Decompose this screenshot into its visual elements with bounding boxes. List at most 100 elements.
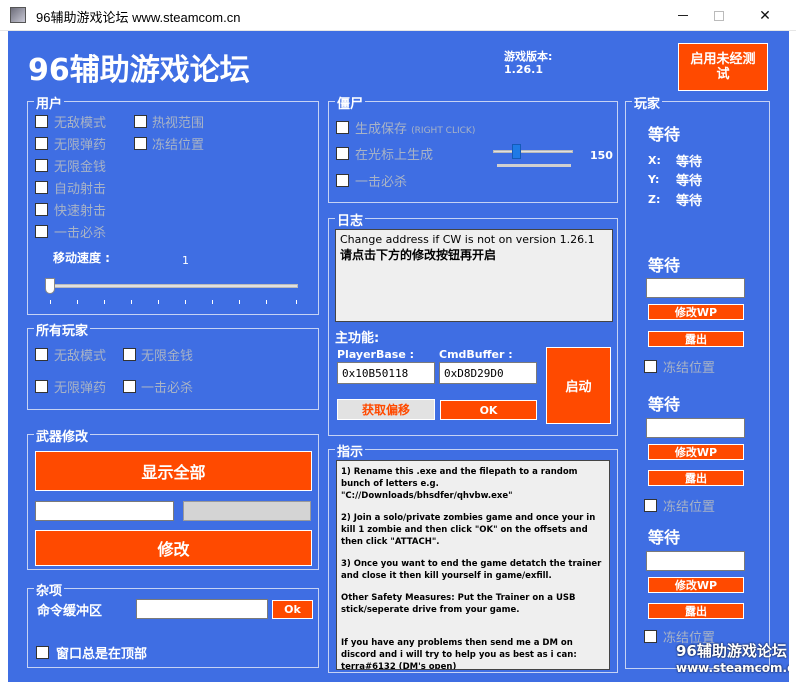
all-players-group-title: 所有玩家 — [34, 320, 91, 339]
spawn-save-label: 生成保存 (RIGHT CLICK) — [355, 122, 476, 137]
slider-ticks — [50, 300, 300, 304]
playerbase-input[interactable]: 0x10B50118 — [337, 362, 435, 384]
user-group: 用户 无敌模式 无限弹药 无限金钱 自动射击 快速射击 一击必杀 热视范围 冻结… — [27, 93, 319, 315]
move-speed-slider[interactable] — [45, 278, 298, 294]
spawn-slider-track — [493, 150, 573, 153]
always-on-top-checkbox[interactable] — [36, 646, 49, 659]
cmdbuffer-label: CmdBuffer : — [439, 348, 513, 361]
infinite-ammo-checkbox[interactable] — [35, 137, 48, 150]
spawn-slider[interactable] — [493, 144, 573, 160]
player-2-freeze-label: 冻结位置 — [663, 500, 716, 515]
player-3-modify-wp-button[interactable]: 修改WP — [648, 577, 744, 593]
all-infinite-ammo-label: 无限弹药 — [54, 381, 107, 396]
close-button[interactable]: ✕ — [742, 0, 788, 31]
freeze-position-label: 冻结位置 — [152, 138, 205, 153]
player-status: 等待 — [648, 125, 681, 144]
cmd-ok-button[interactable]: Ok — [272, 600, 313, 619]
misc-group: 杂项 命令缓冲区 Ok 窗口总是在顶部 — [27, 580, 319, 668]
app-client-area: 96辅助游戏论坛 游戏版本: 1.26.1 启用未经测试 用户 无敌模式 无限弹… — [8, 31, 789, 682]
zombie-one-hit-kill-label: 一击必杀 — [355, 175, 408, 190]
main-function-label: 主功能: — [335, 331, 380, 346]
instructions-group: 指示 1) Rename this .exe and the filepath … — [328, 441, 618, 673]
minimize-icon — [678, 15, 688, 16]
game-version-label: 游戏版本: — [504, 50, 553, 63]
player-1-modify-wp-button[interactable]: 修改WP — [648, 304, 744, 320]
weapon-input-2[interactable] — [183, 501, 311, 521]
player-1-expose-button[interactable]: 露出 — [648, 331, 744, 347]
player-2-freeze-checkbox[interactable] — [644, 499, 657, 512]
log-group: 日志 Change address if CW is not on versio… — [328, 210, 618, 436]
player-2-name: 等待 — [648, 395, 681, 414]
auto-fire-checkbox[interactable] — [35, 181, 48, 194]
thermal-view-checkbox[interactable] — [134, 115, 147, 128]
players-group-title: 玩家 — [632, 93, 663, 112]
instruction-p1: 1) Rename this .exe and the filepath to … — [341, 467, 578, 501]
show-all-button[interactable]: 显示全部 — [35, 451, 312, 491]
god-mode-checkbox[interactable] — [35, 115, 48, 128]
freeze-position-checkbox[interactable] — [134, 137, 147, 150]
move-speed-value: 1 — [182, 254, 189, 267]
one-hit-kill-checkbox[interactable] — [35, 225, 48, 238]
zombie-one-hit-kill-checkbox[interactable] — [336, 174, 349, 187]
log-text-area[interactable]: Change address if CW is not on version 1… — [335, 229, 613, 322]
maximize-icon — [714, 10, 724, 21]
players-group: 玩家 等待 X: 等待 Y: 等待 Z: 等待 等待 修改WP 露出 冻结位置 … — [625, 93, 770, 669]
instructions-group-title: 指示 — [335, 441, 366, 460]
player-2-modify-wp-button[interactable]: 修改WP — [648, 444, 744, 460]
all-god-mode-checkbox[interactable] — [35, 348, 48, 361]
app-icon — [10, 7, 26, 23]
player-2-expose-button[interactable]: 露出 — [648, 470, 744, 486]
player-3-input[interactable] — [646, 551, 745, 571]
get-offset-button[interactable]: 获取偏移 — [337, 399, 435, 420]
spawn-slider-ticks — [497, 164, 571, 167]
instruction-p2: 2) Join a solo/private zombies game and … — [341, 513, 596, 547]
player-1-input[interactable] — [646, 278, 745, 298]
log-line-2: 请点击下方的修改按钮再开启 — [340, 248, 497, 262]
coord-y-label: Y: — [648, 173, 660, 186]
cmdbuffer-input[interactable]: 0xD8D29D0 — [439, 362, 537, 384]
auto-fire-label: 自动射击 — [54, 182, 107, 197]
cmd-buffer-input[interactable] — [136, 599, 268, 619]
offset-ok-button[interactable]: OK — [440, 400, 537, 420]
coord-z-value: 等待 — [676, 194, 703, 209]
spawn-save-checkbox[interactable] — [336, 121, 349, 134]
all-infinite-money-checkbox[interactable] — [123, 348, 136, 361]
god-mode-label: 无敌模式 — [54, 116, 107, 131]
weapon-mod-group-title: 武器修改 — [34, 426, 91, 445]
player-3-name: 等待 — [648, 528, 681, 547]
slider-track — [48, 284, 298, 288]
all-one-hit-kill-checkbox[interactable] — [123, 380, 136, 393]
rapid-fire-label: 快速射击 — [54, 204, 107, 219]
slider-thumb[interactable] — [45, 278, 55, 294]
rapid-fire-checkbox[interactable] — [35, 203, 48, 216]
player-2-input[interactable] — [646, 418, 745, 438]
misc-group-title: 杂项 — [34, 580, 65, 599]
instruction-p5: If you have any problems then send me a … — [341, 638, 577, 670]
player-1-freeze-checkbox[interactable] — [644, 360, 657, 373]
user-group-title: 用户 — [34, 93, 65, 112]
player-3-freeze-checkbox[interactable] — [644, 630, 657, 643]
one-hit-kill-label: 一击必杀 — [54, 226, 107, 241]
instructions-text-area[interactable]: 1) Rename this .exe and the filepath to … — [336, 460, 610, 670]
log-group-title: 日志 — [335, 210, 366, 229]
player-3-expose-button[interactable]: 露出 — [648, 603, 744, 619]
enable-untested-button[interactable]: 启用未经测试 — [678, 43, 768, 91]
infinite-money-checkbox[interactable] — [35, 159, 48, 172]
watermark-title: 96辅助游戏论坛 — [676, 642, 787, 660]
log-line-1: Change address if CW is not on version 1… — [340, 233, 595, 246]
move-speed-label: 移动速度 : — [53, 251, 110, 265]
modify-weapon-button[interactable]: 修改 — [35, 530, 312, 566]
game-version-value: 1.26.1 — [504, 63, 543, 76]
maximize-button[interactable] — [696, 0, 742, 31]
all-players-group: 所有玩家 无敌模式 无限金钱 无限弹药 一击必杀 — [27, 320, 319, 410]
weapon-input-1[interactable] — [35, 501, 174, 521]
spawn-slider-thumb[interactable] — [512, 144, 521, 159]
all-infinite-ammo-checkbox[interactable] — [35, 380, 48, 393]
spawn-at-cursor-label: 在光标上生成 — [355, 148, 434, 163]
title-bar: 96辅助游戏论坛 www.steamcom.cn ✕ — [0, 0, 796, 31]
spawn-at-cursor-checkbox[interactable] — [336, 147, 349, 160]
infinite-ammo-label: 无限弹药 — [54, 138, 107, 153]
watermark-url: www.steamcom.cn — [676, 661, 789, 675]
start-button[interactable]: 启动 — [546, 347, 611, 424]
coord-x-label: X: — [648, 154, 661, 167]
